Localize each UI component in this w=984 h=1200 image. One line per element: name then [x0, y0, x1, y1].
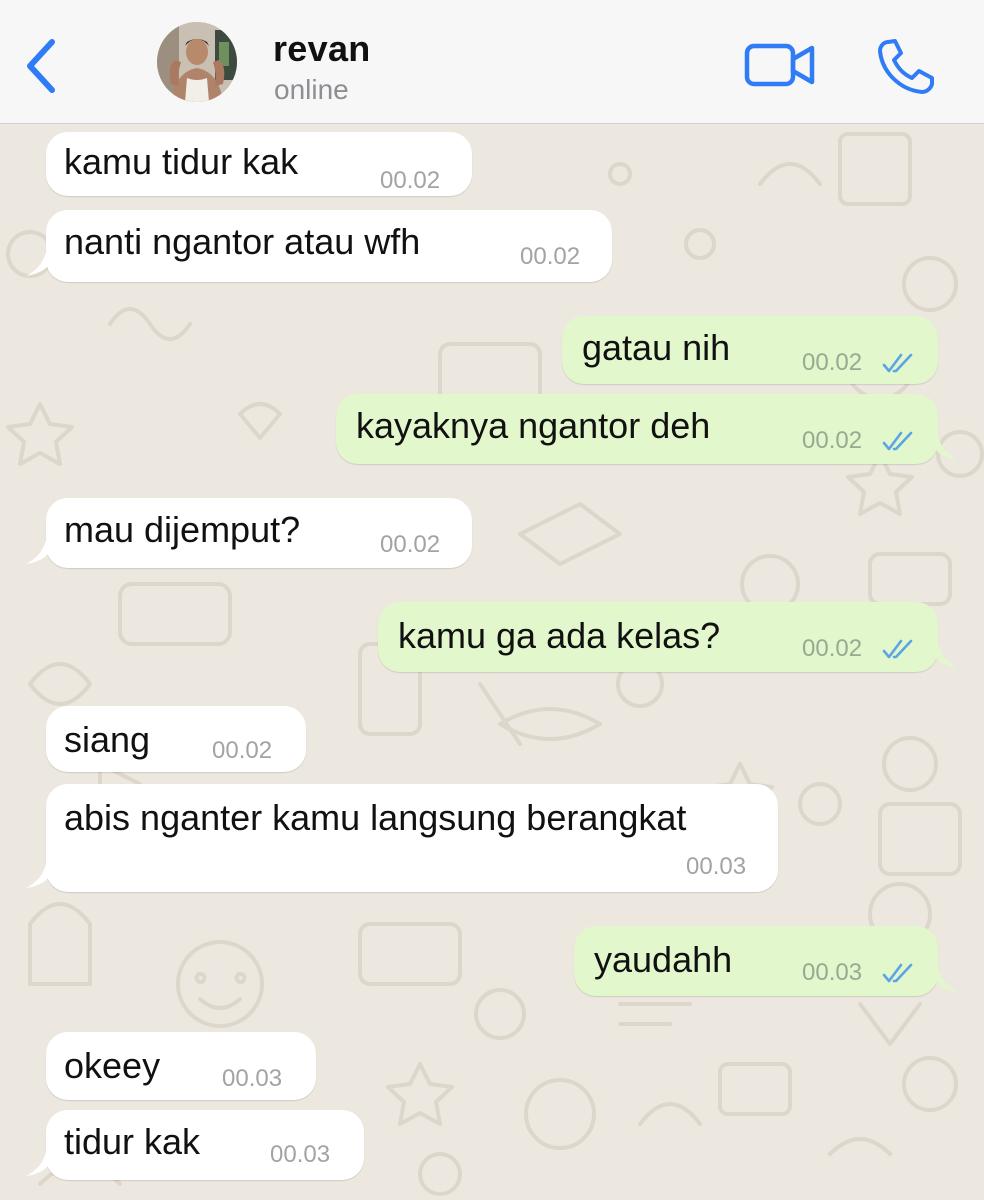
- read-receipt-icon: [882, 353, 913, 373]
- contact-avatar[interactable]: [157, 22, 237, 102]
- contact-name[interactable]: revan: [273, 28, 371, 70]
- contact-status: online: [274, 74, 349, 105]
- message-incoming[interactable]: mau dijemput? 00.02: [26, 498, 472, 568]
- message-incoming[interactable]: kamu tidur kak 00.02: [46, 132, 472, 196]
- message-time: 00.02: [520, 243, 581, 270]
- read-receipt-icon: [882, 963, 913, 983]
- bubble-tail: [26, 252, 54, 276]
- message-time: 00.02: [802, 349, 863, 376]
- message-incoming[interactable]: siang 00.02: [46, 706, 306, 772]
- voice-call-button[interactable]: [874, 36, 938, 96]
- read-receipt-icon: [882, 431, 913, 451]
- message-text: kamu tidur kak: [64, 141, 299, 182]
- read-receipt-icon: [882, 639, 913, 659]
- message-incoming[interactable]: okeey 00.03: [46, 1032, 316, 1100]
- message-outgoing[interactable]: yaudahh 00.03: [574, 926, 958, 996]
- chevron-left-icon: [27, 39, 55, 93]
- back-button[interactable]: [22, 36, 62, 96]
- message-time: 00.02: [802, 635, 863, 662]
- bubble-tail: [930, 436, 958, 460]
- bubble-tail: [26, 864, 54, 888]
- avatar-photo: [157, 22, 237, 102]
- message-text: kayaknya ngantor deh: [356, 405, 711, 446]
- message-text: mau dijemput?: [64, 509, 301, 550]
- message-time: 00.02: [380, 167, 441, 194]
- bubble-tail: [26, 540, 54, 564]
- chat-header: revan online: [0, 0, 984, 124]
- message-text: siang: [64, 719, 151, 760]
- message-time: 00.03: [686, 853, 747, 880]
- message-time: 00.02: [212, 737, 273, 764]
- message-time: 00.02: [380, 531, 441, 558]
- message-time: 00.03: [802, 959, 863, 986]
- message-text: abis nganter kamu langsung berangkat: [64, 797, 687, 838]
- chat-area[interactable]: kamu tidur kak 00.02 nanti ngantor atau …: [0, 124, 984, 1200]
- video-call-button[interactable]: [744, 40, 816, 90]
- bubble-tail: [930, 644, 958, 668]
- message-outgoing[interactable]: gatau nih 00.02: [562, 316, 938, 384]
- message-incoming[interactable]: tidur kak 00.03: [26, 1110, 364, 1180]
- message-time: 00.02: [802, 427, 863, 454]
- message-text: kamu ga ada kelas?: [398, 615, 721, 656]
- message-time: 00.03: [270, 1141, 331, 1168]
- phone-icon: [878, 39, 934, 94]
- message-text: yaudahh: [594, 939, 733, 980]
- message-incoming[interactable]: abis nganter kamu langsung berangkat 00.…: [26, 784, 778, 892]
- message-text: okeey: [64, 1045, 161, 1086]
- message-text: gatau nih: [582, 327, 731, 368]
- message-outgoing[interactable]: kayaknya ngantor deh 00.02: [336, 394, 958, 464]
- video-camera-icon: [744, 43, 815, 87]
- message-incoming[interactable]: nanti ngantor atau wfh 00.02: [26, 210, 612, 282]
- message-outgoing[interactable]: kamu ga ada kelas? 00.02: [378, 602, 958, 672]
- message-text: nanti ngantor atau wfh: [64, 221, 421, 262]
- bubble-tail: [930, 968, 958, 992]
- message-text: tidur kak: [64, 1121, 201, 1162]
- bubble-tail: [26, 1152, 54, 1176]
- message-time: 00.03: [222, 1065, 283, 1092]
